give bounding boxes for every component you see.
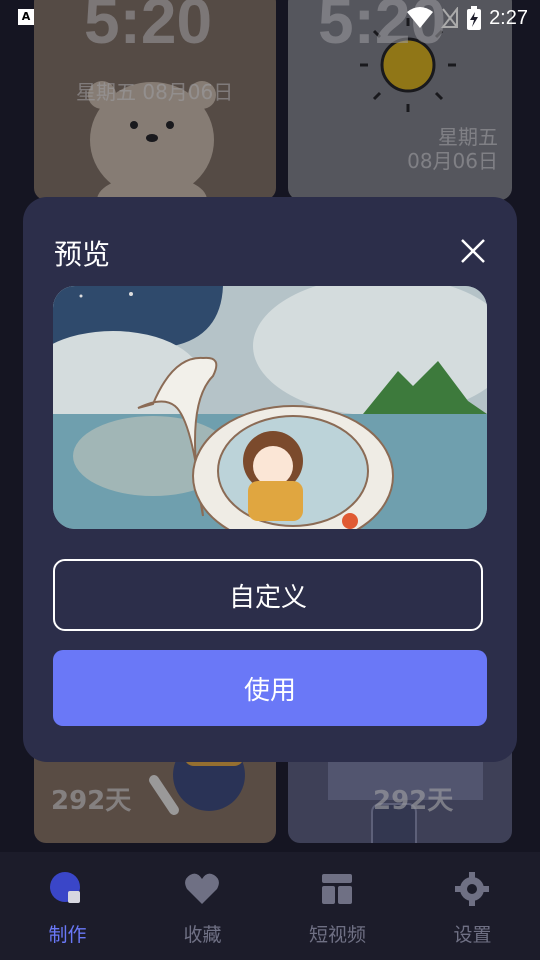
close-icon [461,239,485,263]
nav-item-settings[interactable]: 设置 [405,852,540,960]
make-icon [50,872,80,903]
nav-item-make[interactable]: 制作 [0,852,135,960]
nav-label: 设置 [453,924,492,946]
swan-boat-illustration [53,286,487,529]
dialog-title: 预览 [54,238,111,271]
app-notification-icon: A [18,9,34,25]
close-button[interactable] [455,233,491,269]
status-icons: 2:27 [407,6,528,30]
gear-icon [455,872,489,906]
heart-icon [185,873,219,904]
no-signal-icon [441,7,459,28]
nav-item-favorites[interactable]: 收藏 [135,852,270,960]
customize-button[interactable]: 自定义 [53,559,483,631]
wifi-icon [407,7,434,28]
layout-icon [322,874,352,904]
preview-image [53,286,487,529]
use-button[interactable]: 使用 [53,650,487,726]
battery-charging-icon [467,6,482,30]
status-time: 2:27 [489,6,528,29]
nav-label: 短视频 [308,924,366,946]
nav-label: 制作 [48,924,87,946]
status-bar: A 2:27 [0,0,540,36]
nav-label: 收藏 [183,924,222,946]
preview-dialog: 预览 自定义 使用 [23,197,517,762]
nav-item-short-video[interactable]: 短视频 [270,852,405,960]
bottom-navigation: 制作 收藏 短视频 设置 [0,852,540,960]
